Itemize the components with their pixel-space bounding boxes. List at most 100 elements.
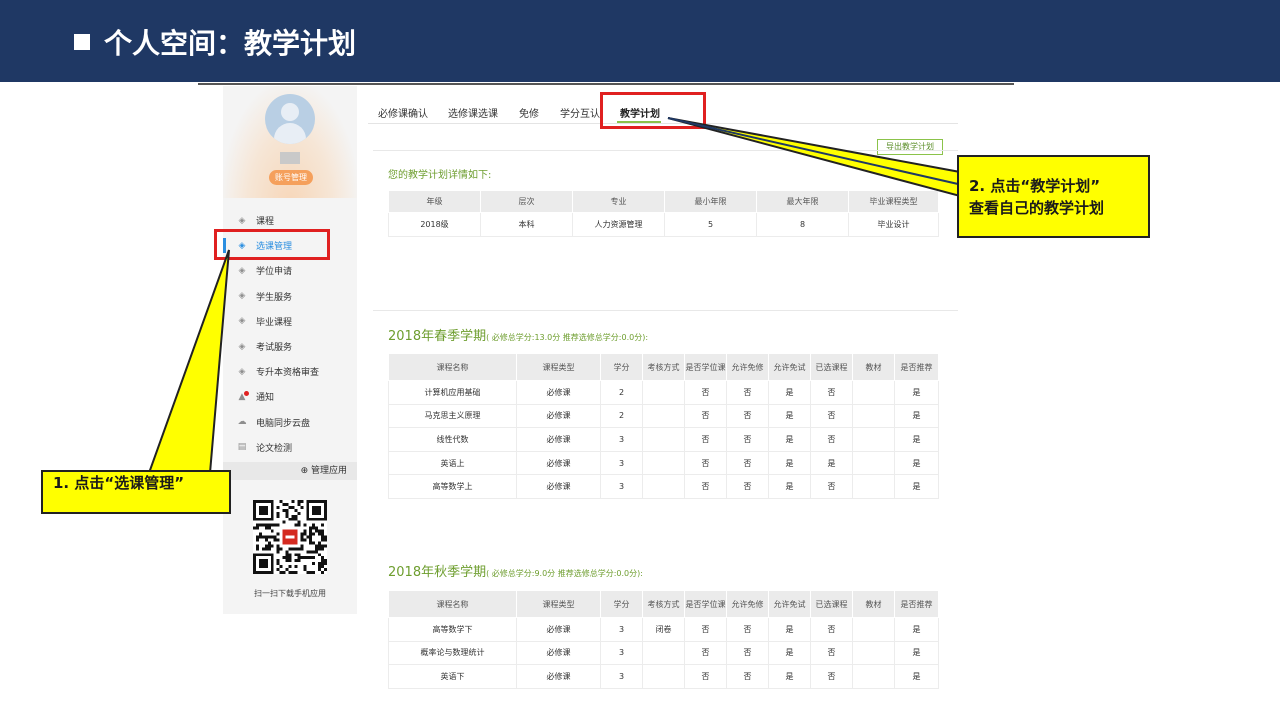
table-header-cell: 考核方式	[642, 590, 685, 618]
table-cell: 否	[684, 450, 727, 476]
tab-exemption[interactable]: 免修	[519, 105, 539, 120]
table-cell: 否	[726, 427, 769, 452]
manage-apps-button[interactable]: ⊕ 管理应用	[223, 462, 357, 480]
table-cell: 是	[894, 617, 939, 642]
table-cell: 否	[684, 380, 727, 405]
table-cell: 2	[600, 403, 643, 429]
semester-credits: ( 必修总学分:13.0分 推荐选修总学分:0.0分):	[486, 333, 649, 342]
table-cell: 2018级	[388, 212, 481, 237]
sidebar-item[interactable]: ◈ 学生服务	[223, 284, 357, 309]
slide-title: 个人空间：教学计划	[74, 22, 356, 62]
sidebar-item[interactable]: ▤ 论文检测	[223, 435, 357, 460]
table-cell: 否	[810, 617, 853, 642]
table-cell: 是	[768, 617, 811, 642]
table-row[interactable]: 线性代数 必修课 3 否否是否是	[388, 427, 939, 452]
highlight-box-teaching-plan-tab	[600, 92, 706, 129]
table-cell: 是	[768, 450, 811, 476]
graduation-cap-icon: ◈	[238, 341, 246, 352]
table-row[interactable]: 英语下 必修课 3 否否是否是	[388, 664, 939, 689]
avatar[interactable]	[265, 94, 315, 144]
username-placeholder	[280, 152, 300, 164]
table-row[interactable]: 高等数学下 必修课 3 闭卷否否是否是	[388, 617, 939, 642]
table-cell: 必修课	[516, 664, 601, 689]
graduation-cap-icon: ◈	[238, 316, 246, 327]
table-cell: 否	[810, 403, 853, 429]
table-cell	[852, 380, 895, 405]
table-cell: 高等数学上	[388, 474, 517, 499]
plus-circle-icon: ⊕	[300, 466, 311, 476]
table-header-cell: 课程名称	[388, 353, 517, 381]
callout-step1-text: 1. 点击“选课管理”	[53, 474, 185, 492]
table-cell: 毕业设计	[848, 212, 939, 237]
table-cell: 否	[726, 380, 769, 405]
table-header-cell: 是否学位课	[684, 590, 727, 618]
table-cell: 必修课	[516, 427, 601, 452]
table-cell: 是	[894, 380, 939, 405]
sidebar-item-label: 学生服务	[256, 292, 293, 303]
sidebar-item-label: 考试服务	[256, 343, 293, 354]
graduation-cap-icon: ◈	[238, 215, 246, 226]
table-cell: 否	[810, 380, 853, 405]
sidebar-item[interactable]: ◈ 学位申请	[223, 258, 357, 283]
profile-panel: 账号管理	[223, 86, 357, 198]
semester-course-table: 课程名称 课程类型 学分 考核方式 是否学位课 允许免修 允许免试 已选课程 教材 是否推荐 计算…	[388, 353, 939, 499]
table-cell: 人力资源管理	[572, 212, 665, 237]
semester-title: 2018年秋季学期( 必修总学分:9.0分 推荐选修总学分:0.0分):	[388, 561, 643, 580]
table-header-cell: 是否推荐	[894, 353, 939, 381]
table-cell	[852, 474, 895, 499]
table-row[interactable]: 概率论与数理统计 必修课 3 否否是否是	[388, 640, 939, 666]
table-cell	[852, 640, 895, 666]
avatar-head-shape	[281, 103, 299, 121]
table-cell: 是	[894, 450, 939, 476]
table-cell: 是	[894, 403, 939, 429]
sidebar-item-label: 通知	[256, 393, 275, 404]
sidebar-item[interactable]: ◈ 考试服务	[223, 334, 357, 359]
tab-elective-select[interactable]: 选修课选课	[448, 105, 498, 120]
tab-credit-transfer[interactable]: 学分互认	[560, 105, 600, 120]
table-header-cell: 课程名称	[388, 590, 517, 618]
callout-pointer-step2	[667, 117, 961, 198]
table-header-cell: 允许免试	[768, 590, 811, 618]
semester-title: 2018年春季学期( 必修总学分:13.0分 推荐选修总学分:0.0分):	[388, 325, 648, 344]
table-header-cell: 课程类型	[516, 353, 601, 381]
table-row[interactable]: 计算机应用基础 必修课 2 否否是否是	[388, 380, 939, 405]
table-row[interactable]: 英语上 必修课 3 否否是是是	[388, 450, 939, 476]
highlight-box-course-management	[214, 229, 330, 260]
table-header-cell: 教材	[852, 353, 895, 381]
sidebar-item[interactable]: ◈ 毕业课程	[223, 309, 357, 334]
table-cell: 高等数学下	[388, 617, 517, 642]
table-header-cell: 考核方式	[642, 353, 685, 381]
table-cell: 必修课	[516, 474, 601, 499]
table-header-cell: 允许免修	[726, 353, 769, 381]
table-cell: 3	[600, 640, 643, 666]
table-cell: 3	[600, 450, 643, 476]
table-header-cell: 专业	[572, 190, 665, 213]
document-search-icon: ▤	[237, 442, 247, 453]
manage-apps-label: 管理应用	[310, 466, 347, 476]
table-row[interactable]: 马克思主义原理 必修课 2 否否是否是	[388, 403, 939, 429]
tab-required-confirm[interactable]: 必修课确认	[378, 105, 428, 120]
export-plan-button[interactable]: 导出教学计划	[877, 139, 943, 155]
semester-name: 2018年春季学期	[388, 329, 487, 344]
table-cell	[852, 617, 895, 642]
sidebar-item-label: 论文检测	[256, 443, 293, 454]
table-cell: 否	[810, 427, 853, 452]
plan-intro: 您的教学计划详情如下:	[388, 170, 492, 181]
table-cell: 是	[894, 427, 939, 452]
account-management-button[interactable]: 账号管理	[269, 170, 313, 185]
table-cell	[642, 640, 685, 666]
table-cell	[642, 380, 685, 405]
table-row[interactable]: 高等数学上 必修课 3 否否是否是	[388, 474, 939, 499]
slide-title-text: 个人空间：教学计划	[104, 27, 357, 60]
semester-course-table: 课程名称 课程类型 学分 考核方式 是否学位课 允许免修 允许免试 已选课程 教材 是否推荐 高等…	[388, 590, 939, 689]
table-header-cell: 层次	[480, 190, 573, 213]
callout-pointer-step1	[147, 249, 230, 474]
sidebar-item[interactable]: ☁ 电脑同步云盘	[223, 410, 357, 435]
table-header-cell: 最大年限	[756, 190, 849, 213]
sidebar-item[interactable]: ▲ 通知	[223, 384, 357, 409]
table-cell: 英语上	[388, 450, 517, 476]
avatar-body-shape	[274, 123, 306, 144]
table-cell	[852, 427, 895, 452]
table-cell: 否	[810, 664, 853, 689]
sidebar-item[interactable]: ◈ 专升本资格审查	[223, 359, 357, 384]
